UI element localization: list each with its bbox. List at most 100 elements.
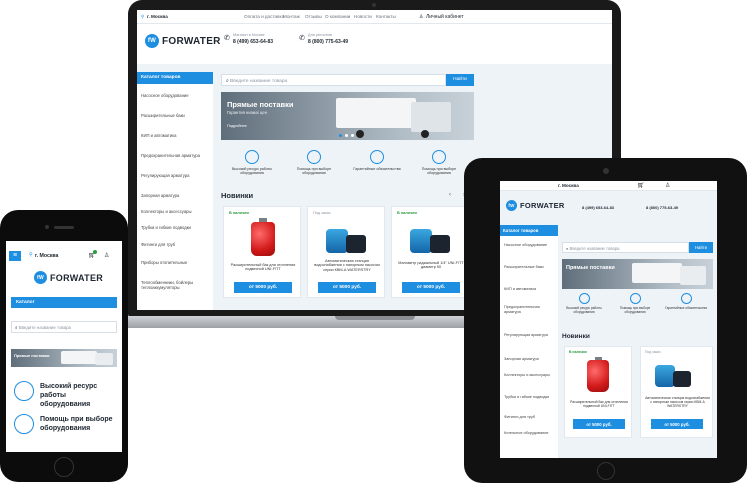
feature-item: Помощь при выборе оборудования bbox=[613, 293, 657, 315]
product-name[interactable]: Манометр радиальный 1/4" UNI-FITT диамет… bbox=[396, 261, 466, 270]
pump-image bbox=[326, 229, 348, 253]
sidebar-item[interactable]: Предохранительная арматура bbox=[141, 153, 211, 158]
stock-status: Под заказ bbox=[645, 350, 661, 354]
phone-home-button[interactable] bbox=[54, 457, 74, 477]
sidebar-item[interactable]: Предохранительная арматура bbox=[504, 305, 554, 314]
sidebar-item[interactable]: КИП и автоматика bbox=[141, 133, 211, 138]
hamburger-menu-icon[interactable]: ≡ bbox=[9, 251, 21, 261]
account-link[interactable]: Личный кабинет bbox=[426, 14, 464, 20]
product-name[interactable]: Автоматическая станция водоснабжения с н… bbox=[312, 259, 382, 272]
sidebar-item[interactable]: Трубки и гибкие подводки bbox=[504, 395, 554, 400]
sidebar-item[interactable]: КИП и автоматика bbox=[504, 287, 554, 292]
search-input[interactable]: ⌕ Введите название товара bbox=[11, 321, 117, 333]
sidebar-item[interactable]: Трубки и гибкие подводки bbox=[141, 225, 211, 230]
top-link[interactable]: Контакты bbox=[376, 14, 396, 19]
promo-banner[interactable]: Прямые поставки bbox=[11, 349, 117, 367]
slider-dot[interactable] bbox=[345, 134, 348, 137]
sidebar-item[interactable]: Насосное оборудование bbox=[141, 93, 211, 98]
phone1-label: Магазин в Москве bbox=[233, 33, 265, 37]
price-button[interactable]: от 5000 руб. bbox=[234, 282, 292, 293]
laptop-notch bbox=[335, 316, 415, 320]
logo[interactable]: fW FORWATER bbox=[145, 34, 221, 48]
promo-banner[interactable]: Прямые поставки bbox=[562, 259, 713, 289]
sidebar-item[interactable]: Теплообменники, бойлеры теплоаккумулятор… bbox=[141, 280, 211, 290]
logo-badge: fW bbox=[145, 34, 159, 48]
user-icon[interactable]: ♙ bbox=[104, 252, 109, 259]
tablet-home-button[interactable] bbox=[597, 462, 615, 480]
logo[interactable]: fW FORWATER bbox=[34, 271, 103, 284]
product-card[interactable]: В наличии Расширительный бак для отоплен… bbox=[223, 206, 301, 298]
user-icon[interactable]: ♙ bbox=[665, 182, 670, 189]
support-icon bbox=[307, 150, 321, 164]
phone-camera bbox=[45, 225, 49, 229]
search-input[interactable]: ⌕ Введите название товара bbox=[221, 74, 446, 86]
logo[interactable]: fW FORWATER bbox=[506, 200, 565, 211]
sidebar-item[interactable]: Расширительные баки bbox=[504, 265, 554, 270]
search-button[interactable]: Найти bbox=[446, 74, 474, 86]
city-selector[interactable]: г. Москва bbox=[35, 253, 58, 259]
phone1-number[interactable]: 8 (499) 653-64-83 bbox=[233, 39, 273, 45]
sidebar-item[interactable]: Фитинги для труб bbox=[504, 415, 554, 420]
slider-dot[interactable] bbox=[339, 134, 342, 137]
truck-cab-image bbox=[411, 102, 451, 132]
banner-more-link[interactable]: Подробнее bbox=[227, 124, 247, 128]
pump-image bbox=[410, 229, 432, 253]
product-card[interactable]: Под заказ Автоматическая станция водосна… bbox=[640, 346, 713, 438]
sidebar-item[interactable]: Насосное оборудование bbox=[504, 243, 554, 248]
search-button[interactable]: Найти bbox=[689, 242, 713, 253]
search-input[interactable]: ⌕ Введите название товара bbox=[562, 242, 689, 253]
sidebar-item[interactable]: Регулирующая арматура bbox=[141, 173, 211, 178]
prev-arrow-icon[interactable]: ‹ bbox=[449, 192, 451, 198]
price-button[interactable]: от 5000 руб. bbox=[318, 282, 376, 293]
feature-label: Помощь при выборе оборудования bbox=[40, 416, 113, 432]
catalog-sidebar: Каталог товаров Насосное оборудование Ра… bbox=[137, 72, 213, 310]
sidebar-item[interactable]: Коллекторы и аксессуары bbox=[141, 209, 211, 214]
top-link[interactable]: Оплата и доставка bbox=[244, 14, 284, 19]
product-card[interactable]: Под заказ Автоматическая станция водосна… bbox=[307, 206, 385, 298]
support-icon bbox=[432, 150, 446, 164]
sidebar-item[interactable]: Приборы отопительные bbox=[141, 260, 211, 265]
top-link[interactable]: Отзывы bbox=[305, 14, 322, 19]
top-link[interactable]: Монтаж bbox=[283, 14, 300, 19]
catalog-header[interactable]: Каталог товаров bbox=[137, 72, 213, 84]
feature-item: Гарантийные обязательства bbox=[664, 293, 708, 311]
city-selector[interactable]: г. Москва bbox=[558, 183, 579, 188]
tablet-screen: г. Москва 🛒︎ ♙ fW FORWATER 8 (499) 653-6… bbox=[500, 181, 717, 458]
top-link[interactable]: Новости bbox=[354, 14, 372, 19]
cart-icon[interactable]: 🛒︎ bbox=[637, 182, 645, 189]
logo-text: FORWATER bbox=[520, 201, 565, 210]
logo-text: FORWATER bbox=[162, 35, 221, 47]
slider-dot[interactable] bbox=[351, 134, 354, 137]
sidebar-item[interactable]: Коллекторы и аксессуары bbox=[504, 373, 554, 378]
sidebar-item[interactable]: Запорная арматура bbox=[504, 357, 554, 362]
truck-trailer-image bbox=[336, 98, 416, 128]
price-button[interactable]: от 5000 руб. bbox=[651, 419, 703, 429]
feature-item: Высокий ресурс работы оборудования bbox=[562, 293, 606, 315]
product-name[interactable]: Автоматическая станция водоснабжения с н… bbox=[644, 396, 711, 408]
product-card[interactable]: В наличии Расширительный бак для отоплен… bbox=[564, 346, 632, 438]
sidebar-item[interactable]: Расширительные баки bbox=[141, 113, 211, 118]
phone1-number[interactable]: 8 (499) 653-64-83 bbox=[582, 205, 614, 210]
sidebar-item[interactable]: Регулирующая арматура bbox=[504, 333, 554, 338]
feature-item: Гарантийные обязательства bbox=[351, 150, 403, 171]
sidebar-item[interactable]: Фитинги для труб bbox=[141, 242, 211, 247]
catalog-header[interactable]: Каталог товаров bbox=[500, 225, 558, 236]
product-name[interactable]: Расширительный бак для отопления подвесн… bbox=[228, 263, 298, 272]
price-button[interactable]: от 5000 руб. bbox=[573, 419, 625, 429]
catalog-label: Каталог товаров bbox=[141, 75, 181, 80]
sidebar-item[interactable]: Котельное оборудование bbox=[504, 431, 554, 436]
catalog-button[interactable]: Каталог bbox=[11, 297, 117, 308]
location-pin-icon: ⚲ bbox=[29, 253, 33, 258]
search-placeholder: Введите название товара bbox=[569, 245, 620, 251]
promo-banner[interactable]: Прямые поставки Гарантия низких цен Подр… bbox=[221, 92, 474, 140]
product-card[interactable]: В наличии Манометр радиальный 1/4" UNI-F… bbox=[391, 206, 469, 298]
price-button[interactable]: от 5000 руб. bbox=[402, 282, 460, 293]
city-selector[interactable]: г. Москва bbox=[147, 14, 168, 19]
product-name[interactable]: Расширительный бак для отопления подвесн… bbox=[568, 400, 630, 408]
sidebar-item[interactable]: Запорная арматура bbox=[141, 193, 211, 198]
phone2-number[interactable]: 8 (800) 775-63-49 bbox=[646, 205, 678, 210]
feature-label: Высокий ресурс работы оборудования bbox=[566, 306, 602, 314]
top-link[interactable]: О компании bbox=[325, 14, 350, 19]
phone2-number[interactable]: 8 (800) 775-63-49 bbox=[308, 39, 348, 45]
laptop-camera bbox=[372, 3, 376, 7]
